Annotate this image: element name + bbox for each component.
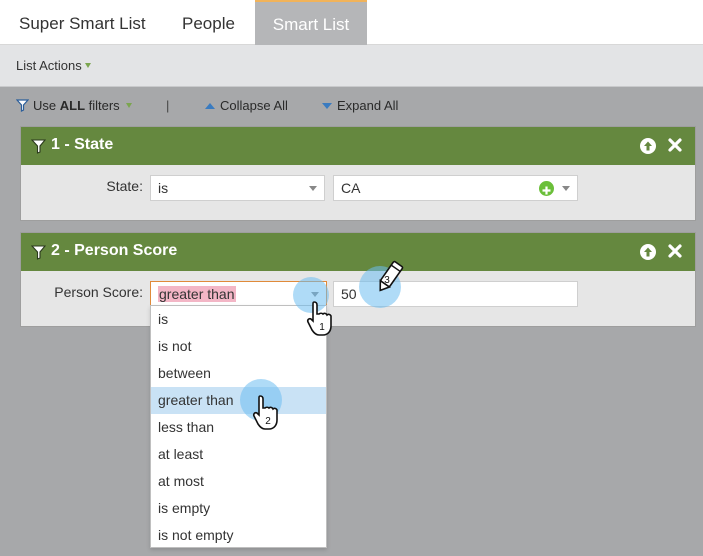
step-number: 2 bbox=[265, 416, 271, 427]
dropdown-option[interactable]: is empty bbox=[151, 495, 326, 522]
use-filters-menu[interactable]: Use ALL filters bbox=[16, 98, 132, 113]
filter-header: 1 - State bbox=[21, 127, 695, 165]
funnel-icon bbox=[31, 245, 46, 260]
dropdown-option[interactable]: between bbox=[151, 360, 326, 387]
plus-circle-icon[interactable] bbox=[539, 181, 554, 196]
close-icon[interactable] bbox=[666, 242, 684, 260]
arrow-up-circle-icon[interactable] bbox=[640, 244, 656, 260]
tab-bar: Super Smart List People Smart List bbox=[0, 0, 703, 45]
pencil-icon: 3 bbox=[379, 260, 404, 292]
filter-title: 1 - State bbox=[51, 136, 114, 153]
collapse-icon bbox=[205, 103, 215, 109]
value-text: CA bbox=[341, 180, 361, 196]
operator-select[interactable]: is bbox=[150, 175, 325, 201]
field-label: State: bbox=[106, 178, 143, 194]
tab-smart-list[interactable]: Smart List bbox=[255, 0, 367, 45]
operator-value: greater than bbox=[158, 286, 236, 302]
list-actions-bar: List Actions bbox=[0, 45, 703, 87]
dropdown-option[interactable]: at least bbox=[151, 441, 326, 468]
use-filters-prefix: Use bbox=[33, 98, 60, 113]
collapse-all-button[interactable]: Collapse All bbox=[205, 98, 288, 113]
value-text: 50 bbox=[341, 286, 357, 302]
filter-body: State: is CA bbox=[21, 165, 695, 220]
dropdown-option[interactable]: is not empty bbox=[151, 522, 326, 549]
filter-panel-state: 1 - State State: is CA bbox=[20, 126, 696, 221]
hand-pointer-icon: 2 bbox=[252, 395, 278, 430]
expand-all-button[interactable]: Expand All bbox=[322, 98, 398, 113]
filter-body: Person Score: greater than 50 bbox=[21, 271, 695, 326]
tab-people[interactable]: People bbox=[163, 0, 254, 45]
filter-header: 2 - Person Score bbox=[21, 233, 695, 271]
filter-title: 2 - Person Score bbox=[51, 242, 178, 259]
chevron-down-icon bbox=[125, 103, 132, 108]
dropdown-option[interactable]: less than bbox=[151, 414, 326, 441]
funnel-icon bbox=[16, 99, 29, 112]
step-number: 3 bbox=[384, 275, 390, 286]
chevron-down-icon bbox=[562, 186, 570, 191]
operator-dropdown: is is not between greater than less than… bbox=[150, 305, 327, 548]
collapse-all-label: Collapse All bbox=[220, 98, 288, 113]
filter-panel-person-score: 2 - Person Score Person Score: greater t… bbox=[20, 232, 696, 327]
list-actions-label: List Actions bbox=[16, 58, 82, 73]
dropdown-option[interactable]: is not bbox=[151, 333, 326, 360]
dropdown-option[interactable]: at most bbox=[151, 468, 326, 495]
tab-super-smart-list[interactable]: Super Smart List bbox=[0, 0, 165, 45]
funnel-icon bbox=[31, 139, 46, 154]
operator-value: is bbox=[158, 180, 169, 196]
field-label: Person Score: bbox=[54, 284, 143, 300]
expand-icon bbox=[322, 103, 332, 109]
hand-pointer-icon: 1 bbox=[306, 301, 332, 336]
dropdown-option-selected[interactable]: greater than bbox=[151, 387, 326, 414]
chevron-down-icon bbox=[309, 186, 317, 191]
use-filters-bold: ALL bbox=[59, 98, 86, 113]
value-select[interactable]: CA bbox=[333, 175, 578, 201]
arrow-up-circle-icon[interactable] bbox=[640, 138, 656, 154]
filter-toolbar: Use ALL filters | Collapse All Expand Al… bbox=[0, 88, 703, 122]
expand-all-label: Expand All bbox=[337, 98, 399, 113]
chevron-down-icon bbox=[84, 63, 91, 68]
step-number: 1 bbox=[319, 322, 325, 333]
toolbar-separator: | bbox=[166, 98, 170, 113]
dropdown-option[interactable]: is bbox=[151, 306, 326, 333]
close-icon[interactable] bbox=[666, 136, 684, 154]
list-actions-menu[interactable]: List Actions bbox=[16, 58, 91, 73]
use-filters-suffix: filters bbox=[85, 98, 120, 113]
